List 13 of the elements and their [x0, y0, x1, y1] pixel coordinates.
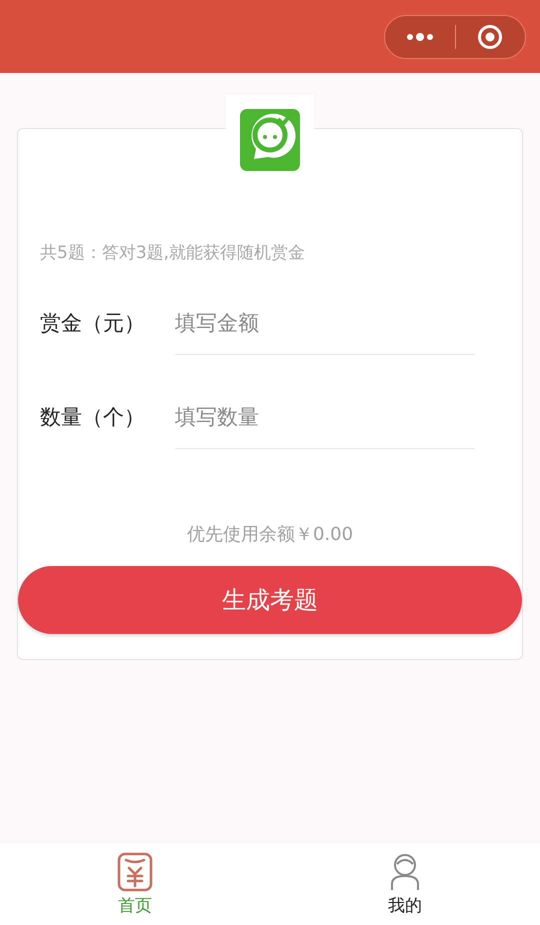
- wallet-icon: [117, 852, 153, 892]
- logo-icon: [240, 107, 300, 171]
- more-icon: [404, 32, 435, 42]
- capsule-menu[interactable]: [384, 14, 526, 58]
- input-field[interactable]: 填写数量: [175, 386, 475, 448]
- rule-hint: 共5题：答对3题,就能获得随机赏金: [40, 242, 306, 264]
- field-label: 数量（个）: [39, 404, 146, 431]
- field-label: 赏金（元）: [39, 310, 146, 337]
- input-field[interactable]: 填写金额: [175, 292, 475, 354]
- balance-note: 优先使用余额￥0.00: [186, 523, 354, 546]
- tab-item[interactable]: 首页: [0, 843, 270, 925]
- tab-item[interactable]: 我的: [270, 843, 540, 925]
- generate-button[interactable]: 生成考题: [18, 566, 522, 634]
